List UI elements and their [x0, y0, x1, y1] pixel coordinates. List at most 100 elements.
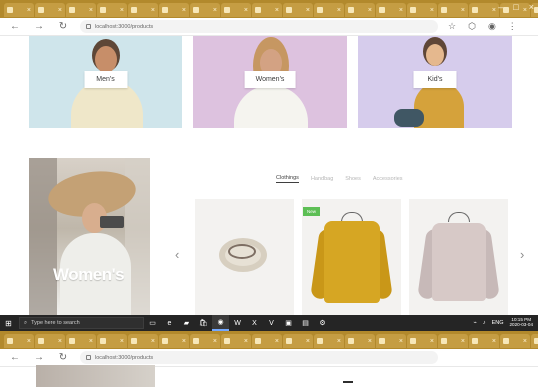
product-card-bag[interactable]	[195, 199, 294, 315]
address-bar-bottom[interactable]: localhost:3000/products	[80, 351, 438, 364]
browser-tab[interactable]: ×	[128, 334, 158, 348]
browser-tab[interactable]: ×	[345, 3, 375, 17]
tab-close-icon[interactable]: ×	[58, 7, 62, 14]
tab-close-icon[interactable]: ×	[337, 7, 341, 14]
browser-tab[interactable]: ×	[438, 3, 468, 17]
womens-promo-banner[interactable]: Women's	[29, 158, 150, 315]
vs-button[interactable]: V	[263, 315, 280, 331]
back-button[interactable]: ←	[8, 20, 22, 34]
minimize-button[interactable]: –	[498, 2, 503, 12]
forward-button[interactable]: →	[32, 20, 46, 34]
tab-close-icon[interactable]: ×	[275, 338, 279, 345]
maximize-button[interactable]: □	[513, 2, 518, 12]
browser-tab[interactable]: ×	[35, 3, 65, 17]
close-window-button[interactable]: ×	[529, 2, 534, 12]
browser-tab[interactable]: ×	[469, 334, 499, 348]
network-icon[interactable]: ⌁	[474, 320, 477, 326]
browser-tab[interactable]: ×	[190, 3, 220, 17]
tab-close-icon[interactable]: ×	[182, 7, 186, 14]
tab-close-icon[interactable]: ×	[151, 338, 155, 345]
profile-icon[interactable]: ◉	[488, 21, 496, 32]
edge-button[interactable]: e	[161, 315, 178, 331]
product-card-pink-sweater[interactable]	[409, 199, 508, 315]
browser-tab[interactable]: ×	[4, 334, 34, 348]
tab-accessories[interactable]: Accessories	[373, 176, 403, 182]
tab-close-icon[interactable]: ×	[306, 7, 310, 14]
carousel-prev-button[interactable]: ‹	[175, 247, 179, 262]
tab-clothings[interactable]: Clothings	[276, 175, 299, 183]
tab-close-icon[interactable]: ×	[213, 338, 217, 345]
tab-close-icon[interactable]: ×	[275, 7, 279, 14]
browser-tab[interactable]: ×	[66, 334, 96, 348]
settings-button[interactable]: ⚙	[314, 315, 331, 331]
tab-close-icon[interactable]: ×	[58, 338, 62, 345]
menu-icon[interactable]: ⋮	[508, 21, 517, 32]
browser-tab[interactable]: ×	[376, 334, 406, 348]
browser-tab[interactable]: ×	[35, 334, 65, 348]
browser-tab[interactable]: ×	[159, 3, 189, 17]
tab-close-icon[interactable]: ×	[492, 7, 496, 14]
browser-tab[interactable]: ×	[283, 3, 313, 17]
tab-close-icon[interactable]: ×	[151, 7, 155, 14]
tab-close-icon[interactable]: ×	[523, 338, 527, 345]
terminal-button[interactable]: ▣	[280, 315, 297, 331]
start-button[interactable]: ⊞	[0, 315, 17, 331]
star-icon[interactable]: ☆	[448, 21, 456, 32]
browser-tab[interactable]: ×	[190, 334, 220, 348]
browser-tab[interactable]: ×	[469, 3, 499, 17]
tab-close-icon[interactable]: ×	[430, 7, 434, 14]
tab-close-icon[interactable]: ×	[244, 338, 248, 345]
tab-close-icon[interactable]: ×	[461, 338, 465, 345]
taskbar-search[interactable]: ⌕ Type here to search	[19, 317, 144, 329]
tab-close-icon[interactable]: ×	[399, 7, 403, 14]
product-card-yellow-sweater[interactable]: New	[302, 199, 401, 315]
tab-close-icon[interactable]: ×	[306, 338, 310, 345]
carousel-next-button[interactable]: ›	[520, 247, 524, 262]
browser-tab[interactable]: ×	[407, 3, 437, 17]
browser-tab[interactable]: ×	[500, 334, 530, 348]
tab-close-icon[interactable]: ×	[89, 338, 93, 345]
volume-icon[interactable]: ♪	[483, 320, 486, 326]
tab-handbag[interactable]: Handbag	[311, 176, 333, 182]
back-button[interactable]: ←	[8, 351, 22, 365]
refresh-button[interactable]: ↻	[56, 351, 70, 365]
tab-close-icon[interactable]: ×	[89, 7, 93, 14]
refresh-button[interactable]: ↻	[56, 20, 70, 34]
address-bar[interactable]: localhost:3000/products	[80, 20, 438, 33]
tab-shoes[interactable]: Shoes	[345, 176, 361, 182]
category-card-mens[interactable]: Men's	[29, 36, 182, 128]
task-view-button[interactable]: ▭	[144, 315, 161, 331]
browser-tab[interactable]: ×	[252, 3, 282, 17]
browser-tab[interactable]: ×	[252, 334, 282, 348]
category-card-kids[interactable]: Kid's	[358, 36, 512, 128]
forward-button[interactable]: →	[32, 351, 46, 365]
tab-close-icon[interactable]: ×	[368, 338, 372, 345]
browser-tab[interactable]: ×	[283, 334, 313, 348]
tab-close-icon[interactable]: ×	[368, 7, 372, 14]
browser-tab[interactable]: ×	[438, 334, 468, 348]
browser-tab[interactable]: ×	[531, 334, 538, 348]
store-button[interactable]: 🛍	[195, 315, 212, 331]
tab-close-icon[interactable]: ×	[461, 7, 465, 14]
browser-tab[interactable]: ×	[221, 334, 251, 348]
browser-tab[interactable]: ×	[4, 3, 34, 17]
tab-close-icon[interactable]: ×	[337, 338, 341, 345]
language-indicator[interactable]: ENG	[492, 320, 504, 326]
extensions-icon[interactable]: ⬡	[468, 21, 476, 32]
tab-close-icon[interactable]: ×	[27, 338, 31, 345]
photos-button[interactable]: ▤	[297, 315, 314, 331]
excel-button[interactable]: X	[246, 315, 263, 331]
category-card-womens[interactable]: Women's	[193, 36, 347, 128]
explorer-button[interactable]: ▰	[178, 315, 195, 331]
tab-close-icon[interactable]: ×	[120, 338, 124, 345]
browser-tab[interactable]: ×	[221, 3, 251, 17]
browser-tab[interactable]: ×	[66, 3, 96, 17]
chrome-button[interactable]: ◉	[212, 315, 229, 331]
tab-close-icon[interactable]: ×	[213, 7, 217, 14]
tray-clock[interactable]: 10:15 PM 2020-03-04	[510, 317, 534, 328]
tab-close-icon[interactable]: ×	[182, 338, 186, 345]
browser-tab[interactable]: ×	[314, 3, 344, 17]
browser-tab[interactable]: ×	[97, 334, 127, 348]
word-button[interactable]: W	[229, 315, 246, 331]
tab-close-icon[interactable]: ×	[120, 7, 124, 14]
